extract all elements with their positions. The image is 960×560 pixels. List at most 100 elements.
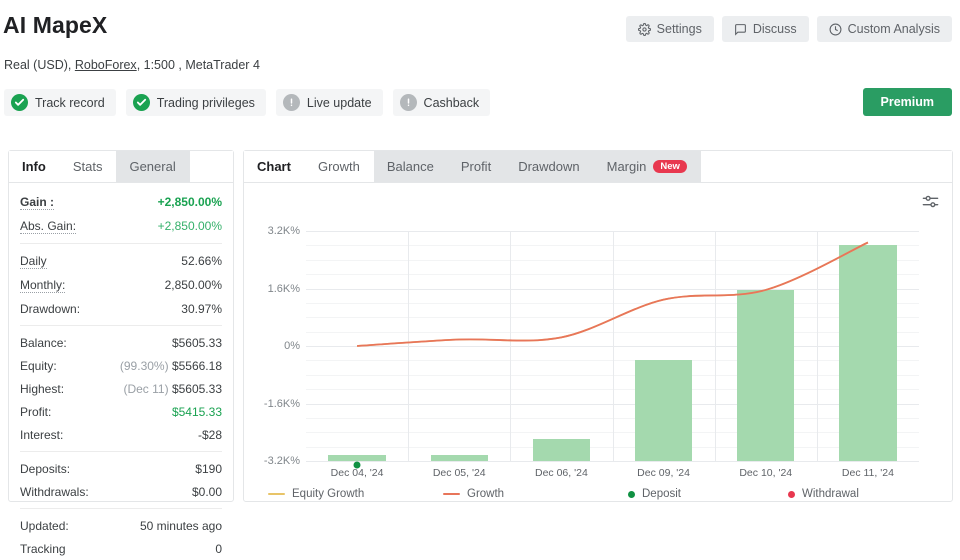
stat-value: +2,850.00% — [157, 194, 222, 209]
stat-value: 52.66% — [181, 253, 222, 268]
stat-label: Profit: — [20, 404, 52, 419]
sliders-icon[interactable] — [921, 192, 940, 216]
stat-label: Gain : — [20, 194, 55, 210]
stat-row-drawdown: Drawdown: 30.97% — [20, 297, 222, 320]
custom-analysis-button-label: Custom Analysis — [847, 22, 940, 36]
y-tick-label: -1.6K% — [263, 397, 300, 410]
status-badge-label: Track record — [35, 95, 105, 110]
stat-label: Monthly: — [20, 277, 66, 293]
stat-label: Withdrawals: — [20, 484, 89, 499]
stat-value: $5605.33 — [171, 381, 222, 396]
status-badge-cashback[interactable]: Cashback — [392, 89, 491, 116]
stat-row-abs-gain: Abs. Gain: +2,850.00% — [20, 214, 222, 238]
new-badge: New — [653, 159, 687, 174]
stat-label: Interest: — [20, 427, 64, 442]
y-tick-label: 3.2K% — [267, 225, 300, 237]
status-badge-trading-privileges[interactable]: Trading privileges — [125, 89, 266, 116]
stat-row-interest: Interest: -$28 — [20, 423, 222, 446]
account-leverage-platform: , 1:500 , MetaTrader 4 — [136, 58, 260, 72]
check-circle-icon — [132, 94, 150, 111]
stat-row-daily: Daily 52.66% — [20, 249, 222, 273]
settings-button[interactable]: Settings — [625, 16, 714, 42]
clock-icon — [829, 23, 842, 36]
tab-info[interactable]: Info — [9, 151, 60, 182]
tab-balance[interactable]: Balance — [373, 151, 448, 182]
account-type: Real (USD), — [4, 58, 75, 72]
stat-row-highest: Highest: (Dec 11) $5605.33 — [20, 377, 222, 400]
status-badge-live-update[interactable]: Live update — [275, 89, 383, 116]
legend-item[interactable]: Equity Growth — [268, 488, 364, 500]
stat-label: Tracking — [20, 541, 66, 556]
x-tick-label: Dec 11, '24 — [841, 467, 894, 479]
legend-label: Deposit — [642, 488, 681, 500]
stat-label: Deposits: — [20, 461, 71, 476]
stats-list: Gain : +2,850.00% Abs. Gain: +2,850.00% … — [9, 183, 233, 560]
tab-drawdown[interactable]: Drawdown — [505, 151, 594, 182]
gridline-major — [306, 461, 919, 462]
page-root: AI MapeX Real (USD), RoboForex, 1:500 , … — [0, 0, 960, 556]
stats-panel: Info Stats General Gain : +2,850.00% Abs… — [8, 150, 234, 556]
check-circle-icon — [11, 94, 28, 111]
tab-stats[interactable]: Stats — [59, 151, 117, 182]
chart-panel-tabs: Chart Growth Balance Profit Drawdown Mar… — [244, 151, 952, 183]
stats-group: Daily 52.66% Monthly: 2,850.00% Drawdown… — [20, 249, 222, 320]
stat-row-tracking: Tracking 0 — [20, 537, 222, 560]
stat-row-profit: Profit: $5415.33 — [20, 400, 222, 423]
chart-plot-area — [306, 231, 919, 468]
x-tick-label: Dec 06, '24 — [535, 467, 588, 479]
legend-label: Equity Growth — [292, 488, 365, 500]
x-tick-label: Dec 10, '24 — [739, 467, 793, 479]
stats-group: Deposits: $190 Withdrawals: $0.00 — [20, 457, 222, 503]
stat-label: Updated: — [20, 518, 69, 533]
y-tick-label: 0% — [284, 340, 300, 352]
chart-x-axis: Dec 04, '24 Dec 05, '24 Dec 06, '24 Dec 09,… — [306, 467, 919, 483]
exclamation-circle-icon — [399, 94, 417, 111]
stat-value: $190 — [195, 461, 222, 476]
chart-line-equity-growth — [357, 241, 869, 347]
legend-item[interactable]: Growth — [443, 488, 504, 500]
stat-value: 30.97% — [181, 301, 222, 316]
stat-value: -$28 — [197, 427, 222, 442]
divider — [20, 451, 222, 452]
y-tick-label: 1.6K% — [267, 282, 300, 295]
stat-label: Daily — [20, 253, 47, 269]
tab-margin[interactable]: Margin New — [593, 151, 701, 182]
x-tick-label: Dec 04, '24 — [330, 467, 384, 479]
y-tick-label: -3.2K% — [263, 455, 300, 467]
discuss-button[interactable]: Discuss — [721, 16, 809, 42]
stat-row-balance: Balance: $5605.33 — [20, 331, 222, 354]
status-badge-label: Trading privileges — [156, 95, 255, 110]
chart-body: 3.2K% 1.6K% 0% -1.6K% -3.2K% Dec 04, '24 Dec … — [244, 183, 952, 501]
x-tick-label: Dec 09, '24 — [637, 467, 690, 479]
tab-chart[interactable]: Chart — [244, 151, 305, 182]
stats-group: Updated: 50 minutes ago Tracking 0 — [20, 514, 222, 560]
comment-icon — [734, 23, 747, 36]
stat-label: Balance: — [20, 335, 67, 350]
header-actions: Settings Discuss Custom Analysis — [625, 16, 952, 42]
chart-panel: Chart Growth Balance Profit Drawdown Mar… — [243, 150, 953, 502]
legend-item[interactable]: Withdrawal — [788, 488, 859, 500]
page-title: AI MapeX — [3, 12, 108, 38]
stat-value: $5605.33 — [171, 335, 222, 350]
premium-button[interactable]: Premium — [862, 88, 952, 116]
stat-row-gain: Gain : +2,850.00% — [20, 190, 222, 214]
divider — [20, 508, 222, 509]
chart-line-growth — [357, 241, 869, 347]
status-badge-label: Live update — [306, 95, 372, 110]
legend-item[interactable]: Deposit — [628, 488, 681, 500]
tab-profit[interactable]: Profit — [447, 151, 506, 182]
stat-label: Drawdown: — [20, 301, 81, 316]
tab-general[interactable]: General — [116, 151, 190, 182]
tab-growth[interactable]: Growth — [304, 151, 374, 182]
stat-row-monthly: Monthly: 2,850.00% — [20, 273, 222, 297]
stats-panel-tabs: Info Stats General — [9, 151, 233, 183]
custom-analysis-button[interactable]: Custom Analysis — [816, 16, 952, 42]
legend-dot-swatch — [628, 490, 635, 498]
tab-margin-label: Margin — [606, 159, 647, 174]
chart-lines — [357, 241, 869, 347]
page-header: AI MapeX Real (USD), RoboForex, 1:500 , … — [0, 0, 960, 140]
status-badge-track-record[interactable]: Track record — [4, 89, 116, 116]
broker-link[interactable]: RoboForex — [75, 58, 137, 72]
stat-row-updated: Updated: 50 minutes ago — [20, 514, 222, 537]
stat-value: 0 — [215, 541, 222, 556]
